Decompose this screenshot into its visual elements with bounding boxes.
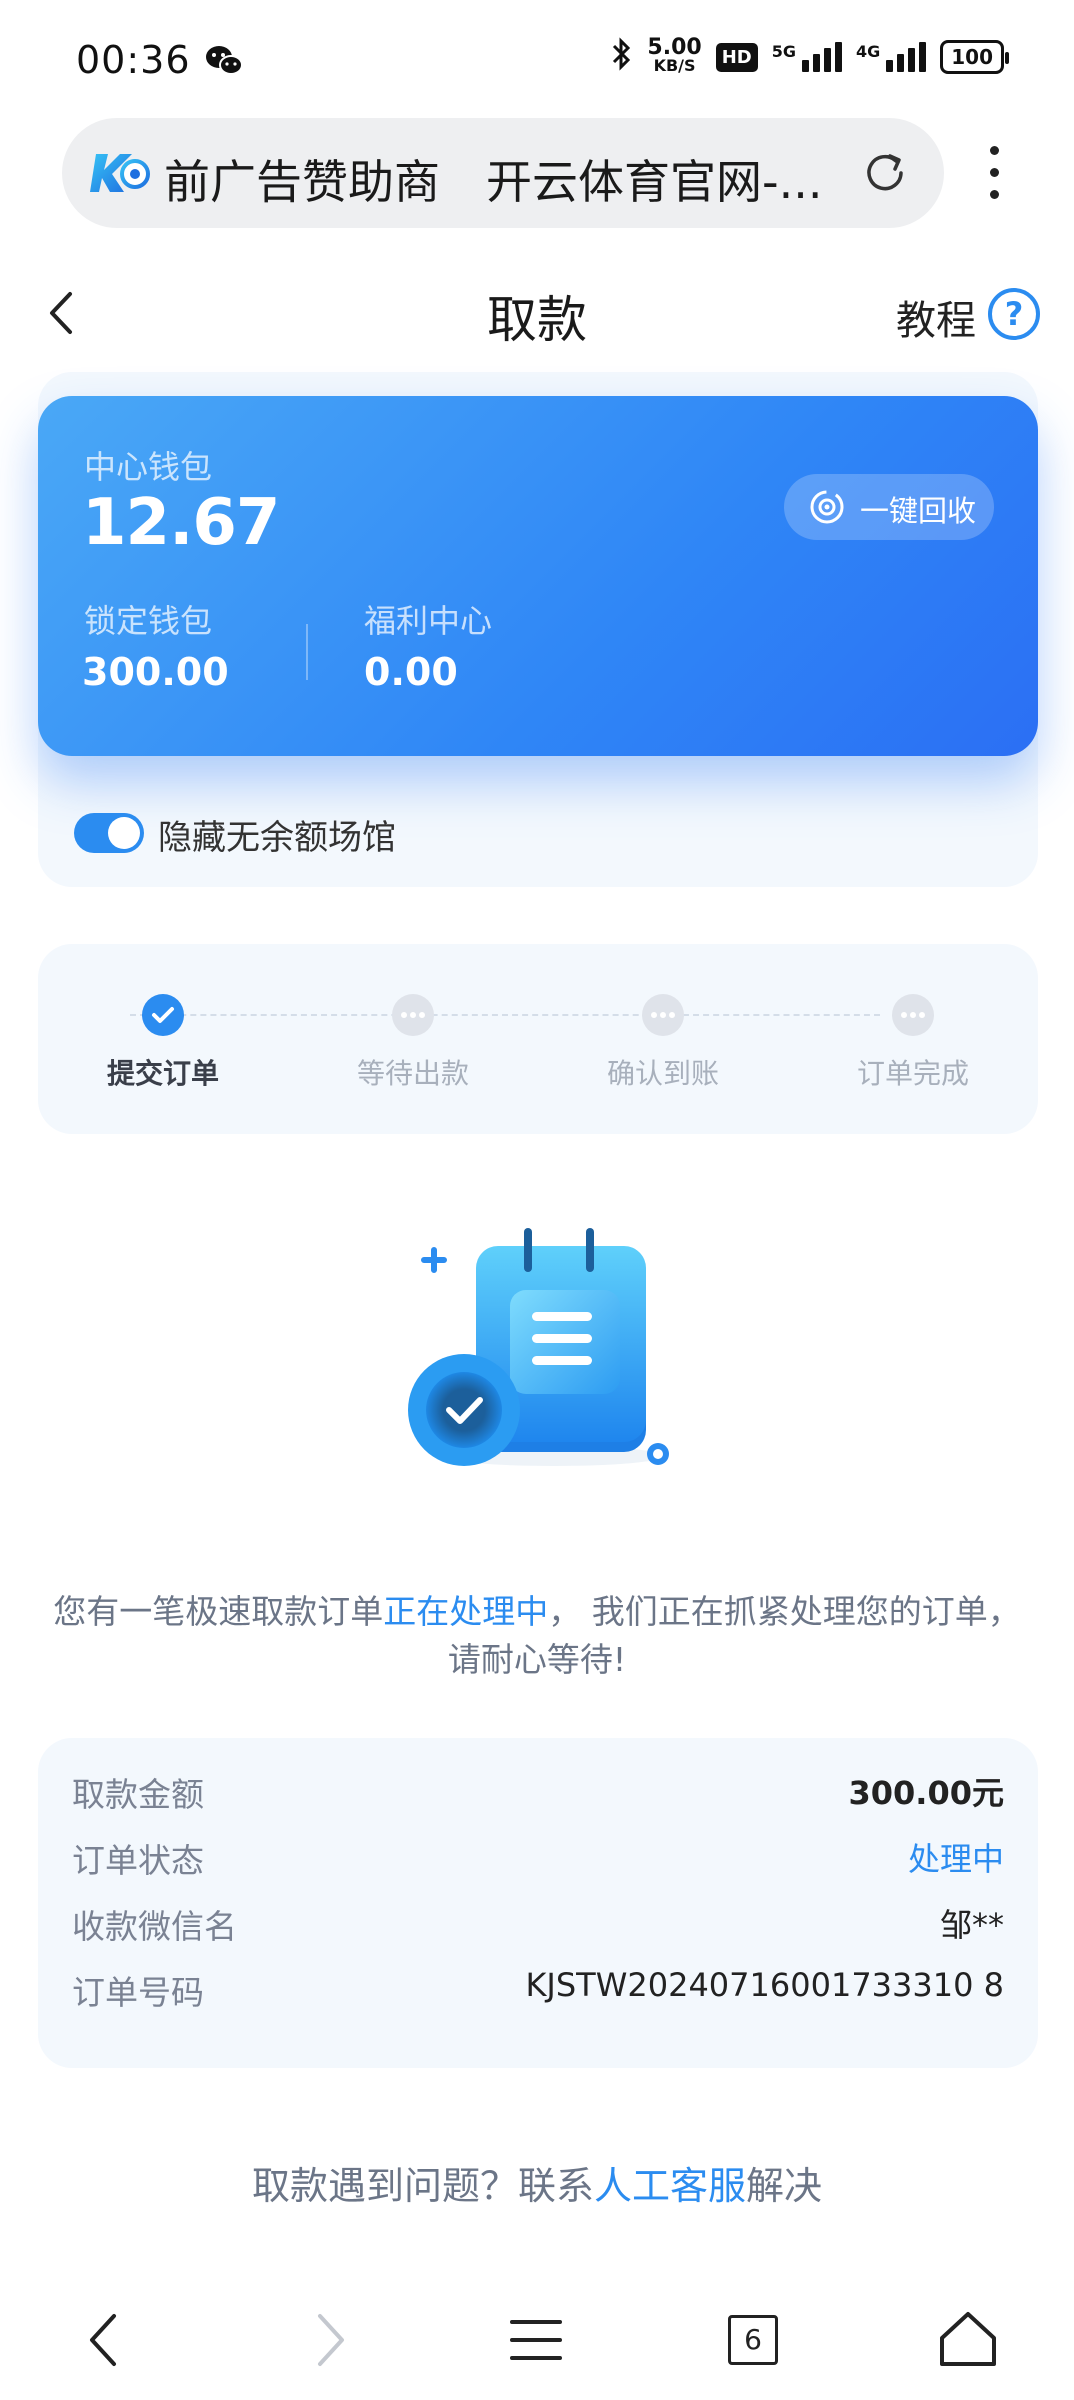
message-text: 您有一笔极速取款订单 <box>53 1592 384 1631</box>
site-logo-icon <box>90 146 150 200</box>
status-time: 00:36 <box>76 38 191 82</box>
order-no-value: KJSTW20240716001733310 8 <box>525 1966 1004 2004</box>
wechat-name-value: 邹** <box>939 1906 1004 1944</box>
recycle-label: 一键回收 <box>860 494 977 528</box>
status-value: 处理中 <box>907 1840 1004 1878</box>
order-no-label: 订单号码 <box>72 1973 204 2012</box>
reload-icon[interactable] <box>860 148 910 202</box>
nav-forward-icon[interactable] <box>288 2300 368 2380</box>
detail-row-order-no: 订单号码 KJSTW20240716001733310 8 <box>72 1966 1004 2014</box>
message-text: ， 我们正在抓紧处理您的订单， <box>548 1592 1021 1631</box>
wallet-divider <box>306 624 308 680</box>
wechat-icon <box>204 44 244 82</box>
help-suffix: 解决 <box>746 2164 823 2208</box>
tab-count: 6 <box>728 2315 778 2365</box>
step-label: 等待出款 <box>356 1057 469 1090</box>
step-connector <box>130 1014 880 1016</box>
detail-row-wechat-name: 收款微信名 邹** <box>72 1900 1004 1948</box>
help-prefix: 取款遇到问题？联系 <box>251 2164 594 2208</box>
url-title[interactable]: 前广告赞助商 开云体育官网-... <box>164 146 822 212</box>
browser-bottom-nav: 6 <box>0 2290 1074 2400</box>
tutorial-link[interactable]: 教程 <box>896 288 976 346</box>
net-speed-value: 5.00 <box>647 35 702 60</box>
order-processing-illustration <box>404 1220 694 1480</box>
help-line: 取款遇到问题？联系人工客服解决 <box>0 2155 1074 2210</box>
bluetooth-icon <box>611 36 633 78</box>
step-pending-icon <box>892 994 934 1036</box>
step-label: 提交订单 <box>106 1057 219 1090</box>
net-speed-unit: KB/S <box>653 56 696 75</box>
status-message: 您有一笔极速取款订单正在处理中， 我们正在抓紧处理您的订单， 请耐心等待! <box>40 1588 1034 1684</box>
hd-badge: HD <box>715 42 758 72</box>
customer-service-link[interactable]: 人工客服 <box>594 2164 746 2208</box>
step-pending-icon <box>642 994 684 1036</box>
status-label: 订单状态 <box>72 1841 204 1880</box>
signal-icon: 5G <box>772 42 842 72</box>
help-icon[interactable]: ? <box>988 288 1040 340</box>
center-wallet-value: 12.67 <box>82 486 280 560</box>
step-label: 订单完成 <box>856 1057 969 1090</box>
message-highlight: 正在处理中 <box>383 1592 549 1631</box>
hide-empty-label: 隐藏无余额场馆 <box>158 818 396 858</box>
center-wallet-label: 中心钱包 <box>84 448 213 486</box>
signal-label: 5G <box>771 42 796 61</box>
one-click-recycle-button[interactable]: 一键回收 <box>784 474 994 540</box>
message-text: 请耐心等待! <box>447 1640 627 1679</box>
amount-label: 取款金额 <box>72 1775 204 1814</box>
more-icon[interactable] <box>990 146 1000 212</box>
recycle-icon <box>808 488 846 526</box>
locked-wallet-label: 锁定钱包 <box>84 602 213 640</box>
status-bar: 00:36 5.00 KB/S HD 5G 4G 100 <box>0 0 1074 120</box>
step-check-icon <box>142 994 184 1036</box>
progress-steps: 提交订单 等待出款 确认到账 订单完成 <box>38 944 1038 1134</box>
signal-icon: 4G <box>855 42 927 72</box>
signal-label: 4G <box>855 42 881 61</box>
address-bar[interactable]: 前广告赞助商 开云体育官网-... <box>62 118 944 228</box>
wallet-card: 中心钱包 12.67 锁定钱包 300.00 福利中心 0.00 一键回收 <box>38 396 1038 756</box>
order-details: 取款金额 300.00元 订单状态 处理中 收款微信名 邹** 订单号码 KJS… <box>38 1738 1038 2068</box>
net-speed: 5.00 KB/S <box>647 35 702 75</box>
welfare-value: 0.00 <box>364 650 458 694</box>
status-icons: 5.00 KB/S HD 5G 4G 100 <box>611 35 1009 78</box>
amount-value: 300.00元 <box>848 1774 1005 1812</box>
nav-back-icon[interactable] <box>66 2300 146 2380</box>
welfare-label: 福利中心 <box>364 602 493 640</box>
hide-empty-toggle[interactable] <box>74 813 144 853</box>
nav-menu-icon[interactable] <box>496 2300 576 2380</box>
battery-icon: 100 <box>940 40 1009 74</box>
step-label: 确认到账 <box>606 1057 719 1090</box>
nav-tabs-button[interactable]: 6 <box>712 2300 792 2380</box>
detail-row-amount: 取款金额 300.00元 <box>72 1768 1004 1816</box>
locked-wallet-value: 300.00 <box>82 650 229 694</box>
detail-row-status: 订单状态 处理中 <box>72 1834 1004 1882</box>
nav-home-icon[interactable] <box>928 2300 1008 2380</box>
step-pending-icon <box>392 994 434 1036</box>
wechat-name-label: 收款微信名 <box>72 1907 237 1946</box>
